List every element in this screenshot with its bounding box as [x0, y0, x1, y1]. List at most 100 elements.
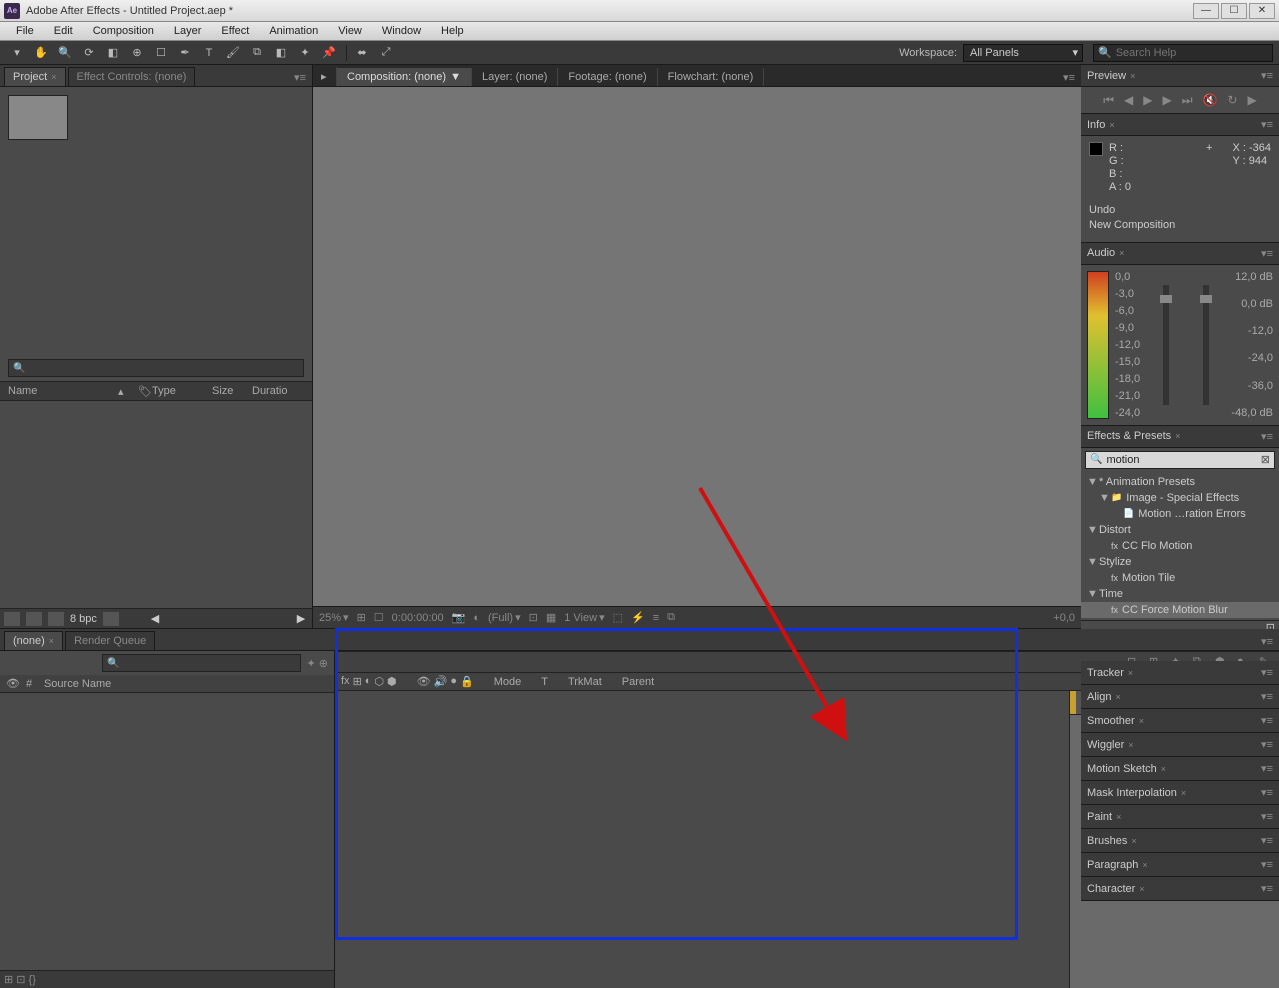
workspace-dropdown[interactable]: All Panels: [963, 44, 1083, 62]
zoom-tool-icon[interactable]: 🔍: [54, 43, 76, 63]
collapsed-panel-character[interactable]: Character×▾≡: [1081, 877, 1279, 901]
roto-tool-icon[interactable]: ✦: [294, 43, 316, 63]
menu-file[interactable]: File: [6, 23, 44, 39]
prev-icon[interactable]: ◀: [148, 612, 162, 626]
lock-icon[interactable]: 🔒: [460, 675, 474, 688]
panel-menu-icon[interactable]: ▾≡: [1261, 69, 1273, 82]
bpc-label[interactable]: 8 bpc: [70, 613, 97, 625]
menu-animation[interactable]: Animation: [259, 23, 328, 39]
flowchart-icon[interactable]: ⧉: [667, 611, 675, 624]
mask-toggle-icon[interactable]: ☐: [374, 611, 384, 624]
menu-effect[interactable]: Effect: [211, 23, 259, 39]
switch-icon[interactable]: ⬡: [374, 675, 384, 688]
help-search[interactable]: 🔍: [1093, 44, 1273, 62]
brush-tool-icon[interactable]: 🖌: [222, 43, 244, 63]
panel-menu-icon[interactable]: ▾≡: [1261, 714, 1273, 727]
label-icon[interactable]: 🏷: [138, 385, 152, 398]
menu-window[interactable]: Window: [372, 23, 431, 39]
close-icon[interactable]: ×: [1181, 788, 1186, 798]
panel-menu-icon[interactable]: ▾≡: [1261, 247, 1273, 260]
collapsed-panel-paint[interactable]: Paint×▾≡: [1081, 805, 1279, 829]
magnification-dropdown[interactable]: 25% ▾: [319, 611, 349, 624]
effects-tree-item[interactable]: 📄Motion …ration Errors: [1081, 506, 1279, 522]
project-search[interactable]: [8, 359, 304, 377]
switch-icon[interactable]: ⊞: [353, 675, 362, 688]
menu-composition[interactable]: Composition: [83, 23, 164, 39]
transparency-icon[interactable]: ▦: [546, 611, 556, 624]
mute-icon[interactable]: 🔇: [1203, 93, 1218, 107]
panel-menu-icon[interactable]: ▾≡: [1261, 690, 1273, 703]
effects-tree-item[interactable]: ▼📁Image - Special Effects: [1081, 490, 1279, 506]
panel-menu-icon[interactable]: ▾≡: [1261, 666, 1273, 679]
loop-icon[interactable]: ↻: [1227, 93, 1237, 107]
prev-frame-icon[interactable]: ◀: [1124, 93, 1133, 107]
close-icon[interactable]: ×: [1142, 860, 1147, 870]
clear-icon[interactable]: ⊠: [1261, 453, 1270, 466]
next-icon[interactable]: ▶: [294, 612, 308, 626]
effects-tree-item[interactable]: fxCC Force Motion Blur: [1081, 602, 1279, 618]
layer-tab[interactable]: Layer: (none): [472, 68, 558, 86]
timeline-none-tab[interactable]: (none)×: [4, 631, 63, 650]
close-icon[interactable]: ×: [1175, 431, 1180, 441]
eye-column-icon[interactable]: 👁: [6, 677, 20, 690]
panel-menu-icon[interactable]: ▾≡: [1261, 762, 1273, 775]
effects-tree-item[interactable]: ▼* Animation Presets: [1081, 474, 1279, 490]
effects-tree[interactable]: ▼* Animation Presets▼📁Image - Special Ef…: [1081, 472, 1279, 620]
new-folder-icon[interactable]: [26, 612, 42, 626]
timeline-icon[interactable]: ≡: [653, 612, 659, 624]
pen-tool-icon[interactable]: ✒: [174, 43, 196, 63]
switch-icon[interactable]: ⬢: [387, 675, 397, 688]
snap-icon[interactable]: ⤢: [375, 43, 397, 63]
layer-switches-icon[interactable]: ✦ ⊕: [307, 657, 329, 670]
close-icon[interactable]: ×: [1109, 120, 1114, 130]
exposure[interactable]: +0,0: [1053, 612, 1075, 624]
panel-menu-icon[interactable]: ▾≡: [1261, 810, 1273, 823]
panel-menu-icon[interactable]: ▾≡: [1261, 882, 1273, 895]
help-search-input[interactable]: [1112, 47, 1268, 59]
panel-menu-icon[interactable]: ▾≡: [1261, 118, 1273, 131]
audio-level-slider[interactable]: [1203, 285, 1209, 405]
close-icon[interactable]: ×: [1130, 71, 1135, 81]
panel-menu-icon[interactable]: ▾≡: [1261, 834, 1273, 847]
panbehind-tool-icon[interactable]: ⊕: [126, 43, 148, 63]
maximize-button[interactable]: ☐: [1221, 3, 1247, 19]
next-frame-icon[interactable]: ▶: [1162, 93, 1171, 107]
panel-menu-icon[interactable]: ▾≡: [1261, 786, 1273, 799]
minimize-button[interactable]: —: [1193, 3, 1219, 19]
toggle-switches-icon[interactable]: ⊞ ⊡ {}: [4, 973, 36, 986]
type-tool-icon[interactable]: T: [198, 43, 220, 63]
channel-icon[interactable]: ◐: [473, 612, 480, 624]
menu-view[interactable]: View: [328, 23, 372, 39]
switch-icon[interactable]: ◐: [365, 675, 372, 688]
panel-menu-icon[interactable]: ▾≡: [1057, 69, 1081, 86]
close-button[interactable]: ✕: [1249, 3, 1275, 19]
resolution-dropdown[interactable]: (Full) ▾: [488, 611, 521, 624]
mask-tool-icon[interactable]: ☐: [150, 43, 172, 63]
render-queue-tab[interactable]: Render Queue: [65, 631, 155, 650]
first-frame-icon[interactable]: ⏮: [1103, 93, 1114, 108]
close-icon[interactable]: ×: [1139, 884, 1144, 894]
camera-tool-icon[interactable]: ◧: [102, 43, 124, 63]
viewer-toggle-icon[interactable]: ▸: [317, 67, 337, 86]
audio-level-slider[interactable]: [1163, 285, 1169, 405]
panel-menu-icon[interactable]: ▾≡: [1261, 430, 1273, 443]
effects-tree-item[interactable]: ▼Time: [1081, 586, 1279, 602]
grid-icon[interactable]: ⊞: [357, 611, 366, 624]
collapsed-panel-smoother[interactable]: Smoother×▾≡: [1081, 709, 1279, 733]
ram-preview-icon[interactable]: ▶: [1248, 93, 1257, 107]
timeline-mode-area[interactable]: [335, 691, 1069, 988]
effects-tree-item[interactable]: fxMotion Tile: [1081, 570, 1279, 586]
collapsed-panel-mask-interpolation[interactable]: Mask Interpolation×▾≡: [1081, 781, 1279, 805]
clone-tool-icon[interactable]: ⧉: [246, 43, 268, 63]
collapsed-panel-wiggler[interactable]: Wiggler×▾≡: [1081, 733, 1279, 757]
hand-tool-icon[interactable]: ✋: [30, 43, 52, 63]
menu-help[interactable]: Help: [431, 23, 474, 39]
collapsed-panel-motion-sketch[interactable]: Motion Sketch×▾≡: [1081, 757, 1279, 781]
timeline-search[interactable]: [102, 654, 301, 672]
roi-icon[interactable]: ⊡: [529, 611, 538, 624]
close-icon[interactable]: ×: [49, 636, 54, 646]
delete-icon[interactable]: [103, 612, 119, 626]
effect-controls-tab[interactable]: Effect Controls: (none): [68, 67, 196, 86]
timeline-layer-list[interactable]: [0, 693, 334, 970]
panel-menu-icon[interactable]: ▾≡: [1255, 633, 1279, 650]
